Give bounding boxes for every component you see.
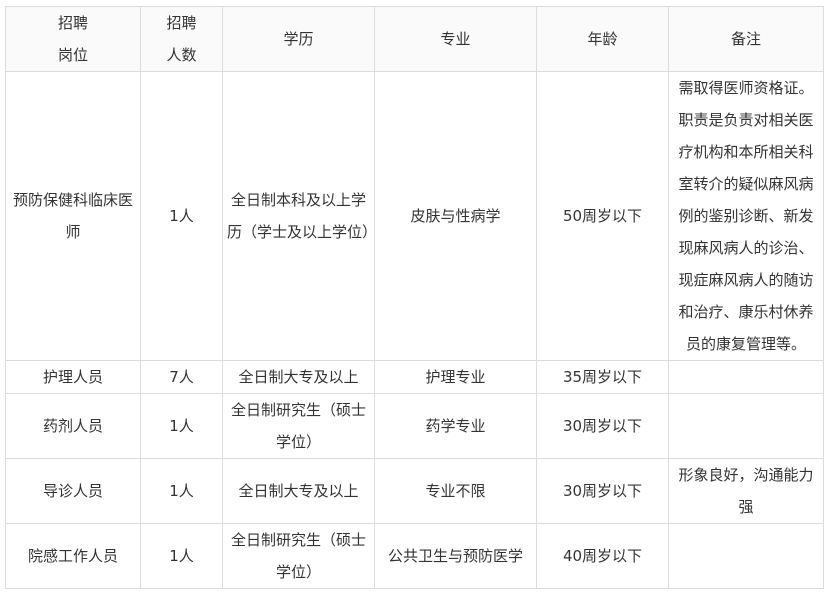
cell-age: 50周岁以下 — [536, 71, 669, 361]
header-text: 岗位 — [57, 46, 88, 64]
cell-education: 全日制研究生（硕士学位） — [222, 523, 375, 589]
table-row: 护理人员 7人 全日制大专及以上 护理专业 35周岁以下 — [5, 360, 824, 394]
header-position: 招聘 岗位 — [5, 6, 141, 72]
cell-count: 1人 — [140, 393, 223, 459]
cell-position: 院感工作人员 — [5, 523, 141, 589]
cell-major: 护理专业 — [374, 360, 537, 394]
cell-position: 预防保健科临床医师 — [5, 71, 141, 361]
cell-position: 护理人员 — [5, 360, 141, 394]
cell-age: 35周岁以下 — [536, 360, 669, 394]
header-note: 备注 — [668, 6, 824, 72]
header-text: 专业 — [440, 30, 471, 48]
cell-note — [668, 523, 824, 589]
header-text: 招聘 — [166, 14, 197, 32]
cell-count: 1人 — [140, 458, 223, 524]
cell-note — [668, 360, 824, 394]
table-row: 导诊人员 1人 全日制大专及以上 专业不限 30周岁以下 形象良好，沟通能力强 — [5, 458, 824, 524]
header-text: 人数 — [166, 46, 197, 64]
header-text: 备注 — [730, 30, 761, 48]
cell-major: 皮肤与性病学 — [374, 71, 537, 361]
cell-major: 药学专业 — [374, 393, 537, 459]
cell-age: 40周岁以下 — [536, 523, 669, 589]
cell-count: 1人 — [140, 71, 223, 361]
cell-education: 全日制研究生（硕士学位） — [222, 393, 375, 459]
cell-major: 专业不限 — [374, 458, 537, 524]
header-age: 年龄 — [536, 6, 669, 72]
header-count: 招聘 人数 — [140, 6, 223, 72]
cell-age: 30周岁以下 — [536, 458, 669, 524]
cell-note: 形象良好，沟通能力强 — [668, 458, 824, 524]
cell-position: 药剂人员 — [5, 393, 141, 459]
header-text: 年龄 — [587, 30, 618, 48]
cell-position: 导诊人员 — [5, 458, 141, 524]
cell-major: 公共卫生与预防医学 — [374, 523, 537, 589]
cell-education: 全日制大专及以上 — [222, 458, 375, 524]
page: 招聘 岗位 招聘 人数 学历 专业 年龄 备注 预防保健科临床医师 1人 全日制… — [0, 0, 828, 593]
cell-note — [668, 393, 824, 459]
recruitment-table: 招聘 岗位 招聘 人数 学历 专业 年龄 备注 预防保健科临床医师 1人 全日制… — [5, 6, 824, 589]
cell-education: 全日制本科及以上学历（学士及以上学位） — [222, 71, 377, 361]
cell-note: 需取得医师资格证。职责是负责对相关医疗机构和本所相关科室转介的疑似麻风病例的鉴别… — [668, 71, 824, 361]
header-major: 专业 — [374, 6, 537, 72]
table-row: 院感工作人员 1人 全日制研究生（硕士学位） 公共卫生与预防医学 40周岁以下 — [5, 523, 824, 589]
cell-age: 30周岁以下 — [536, 393, 669, 459]
cell-education: 全日制大专及以上 — [222, 360, 375, 394]
header-text: 学历 — [283, 30, 314, 48]
header-text: 招聘 — [57, 14, 88, 32]
table-row: 预防保健科临床医师 1人 全日制本科及以上学历（学士及以上学位） 皮肤与性病学 … — [5, 71, 824, 361]
table-row: 药剂人员 1人 全日制研究生（硕士学位） 药学专业 30周岁以下 — [5, 393, 824, 459]
table-header-row: 招聘 岗位 招聘 人数 学历 专业 年龄 备注 — [5, 6, 824, 72]
cell-count: 1人 — [140, 523, 223, 589]
cell-count: 7人 — [140, 360, 223, 394]
header-education: 学历 — [222, 6, 375, 72]
